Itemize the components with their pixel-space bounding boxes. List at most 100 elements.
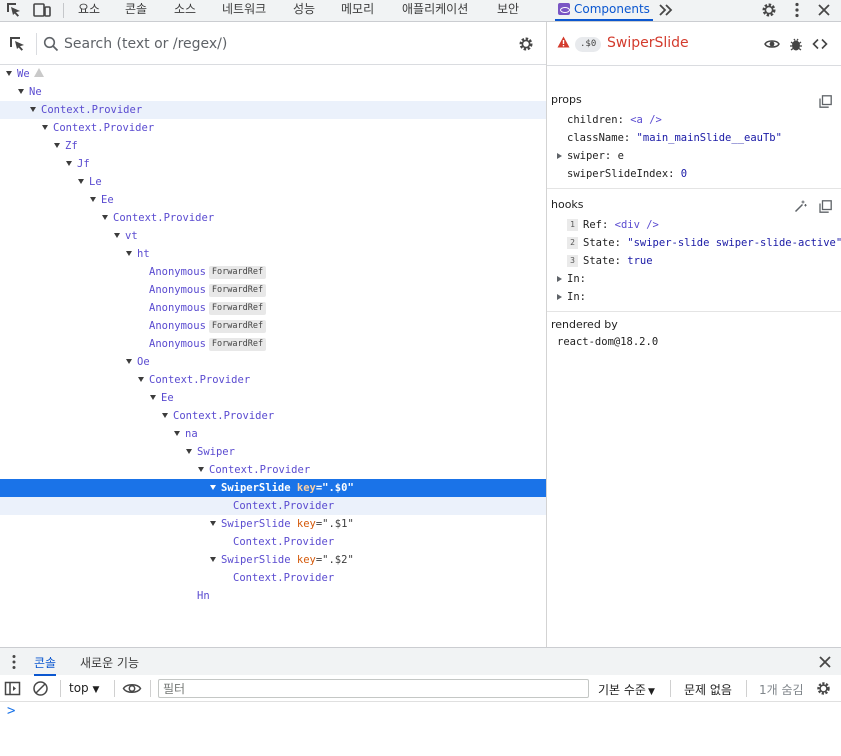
copy-icon[interactable] xyxy=(819,93,832,108)
tree-row-selected[interactable]: SwiperSlide key=".$0" xyxy=(0,479,546,497)
prop-row[interactable]: swiperSlideIndex: 0 xyxy=(567,165,687,183)
context-select[interactable]: top ▼ xyxy=(69,681,99,695)
expand-arrow-icon[interactable] xyxy=(126,359,132,364)
tab-console[interactable]: 콘솔 xyxy=(125,0,147,21)
tree-row[interactable]: Ee xyxy=(0,191,546,209)
tree-row[interactable]: Anonymous ForwardRef xyxy=(0,281,546,299)
close-icon[interactable] xyxy=(814,1,834,19)
hook-row[interactable]: In: xyxy=(557,288,586,306)
gear-icon[interactable] xyxy=(759,1,779,19)
tree-row[interactable]: We xyxy=(0,65,546,83)
log-level-select[interactable]: 기본 수준 ▼ xyxy=(598,681,655,698)
expand-arrow-icon[interactable] xyxy=(78,179,84,184)
clear-console-icon[interactable] xyxy=(32,680,49,697)
kebab-menu-icon[interactable] xyxy=(787,1,807,19)
tab-memory[interactable]: 메모리 xyxy=(341,0,374,21)
tree-row[interactable]: Anonymous ForwardRef xyxy=(0,263,546,281)
settings-gear-icon[interactable] xyxy=(516,35,536,53)
tree-row[interactable]: Context.Provider xyxy=(0,407,546,425)
tree-row[interactable]: Anonymous ForwardRef xyxy=(0,299,546,317)
expand-arrow-icon[interactable] xyxy=(30,107,36,112)
expand-arrow-icon[interactable] xyxy=(210,557,216,562)
hook-row[interactable]: In: xyxy=(557,270,586,288)
console-settings-gear-icon[interactable] xyxy=(815,680,832,697)
inspect-element-icon[interactable] xyxy=(4,1,24,19)
tree-row[interactable]: Context.Provider xyxy=(0,119,546,137)
select-element-icon[interactable] xyxy=(8,35,28,53)
hook-row[interactable]: 3 State: true xyxy=(567,252,653,270)
search-input[interactable] xyxy=(64,34,484,54)
tab-components[interactable]: Components xyxy=(555,0,653,21)
expand-arrow-icon[interactable] xyxy=(66,161,72,166)
tree-row[interactable]: Jf xyxy=(0,155,546,173)
expand-arrow-icon[interactable] xyxy=(18,89,24,94)
hook-value[interactable]: <div /> xyxy=(615,219,659,231)
expand-arrow-icon[interactable] xyxy=(6,71,12,76)
sidebar-toggle-icon[interactable] xyxy=(4,680,21,697)
tab-application[interactable]: 애플리케이션 xyxy=(402,0,468,21)
tree-row[interactable]: Swiper xyxy=(0,443,546,461)
tree-row[interactable]: Context.Provider xyxy=(0,533,546,551)
prop-row[interactable]: className: "main_mainSlide__eauTb" xyxy=(567,129,782,147)
prop-value[interactable]: <a /> xyxy=(630,114,662,126)
issues-status[interactable]: 문제 없음 xyxy=(684,681,732,698)
eye-icon[interactable] xyxy=(764,36,780,52)
expand-arrow-icon[interactable] xyxy=(198,467,204,472)
tab-network[interactable]: 네트워크 xyxy=(222,0,266,21)
drawer-menu-icon[interactable] xyxy=(4,653,24,671)
device-toolbar-icon[interactable] xyxy=(32,1,52,19)
expand-arrow-icon[interactable] xyxy=(210,521,216,526)
expand-arrow-icon[interactable] xyxy=(42,125,48,130)
expand-arrow-icon[interactable] xyxy=(54,143,60,148)
tab-elements[interactable]: 요소 xyxy=(78,0,100,21)
prop-row[interactable]: children: <a /> xyxy=(567,111,662,129)
console-prompt[interactable]: > xyxy=(7,703,15,719)
tree-row[interactable]: Context.Provider xyxy=(0,497,546,515)
tree-row[interactable]: Context.Provider xyxy=(0,371,546,389)
view-source-icon[interactable] xyxy=(812,36,828,52)
hook-value[interactable]: "swiper-slide swiper-slide-active" xyxy=(627,237,841,249)
expand-arrow-icon[interactable] xyxy=(557,276,562,282)
tree-row[interactable]: ht xyxy=(0,245,546,263)
copy-icon[interactable] xyxy=(819,198,832,213)
expand-arrow-icon[interactable] xyxy=(102,215,108,220)
expand-arrow-icon[interactable] xyxy=(174,431,180,436)
tree-row[interactable]: Anonymous ForwardRef xyxy=(0,317,546,335)
hook-value[interactable]: true xyxy=(627,255,652,267)
bug-icon[interactable] xyxy=(788,36,804,52)
tree-row[interactable]: Anonymous ForwardRef xyxy=(0,335,546,353)
tree-row[interactable]: Ne xyxy=(0,83,546,101)
tab-performance[interactable]: 성능 xyxy=(293,0,315,21)
tree-row[interactable]: Ee xyxy=(0,389,546,407)
close-drawer-icon[interactable] xyxy=(815,653,835,671)
tree-row[interactable]: Context.Provider xyxy=(0,101,546,119)
expand-arrow-icon[interactable] xyxy=(126,251,132,256)
hook-row[interactable]: 1 Ref: <div /> xyxy=(567,216,659,234)
prop-value[interactable]: "main_mainSlide__eauTb" xyxy=(637,132,782,144)
tree-row[interactable]: na xyxy=(0,425,546,443)
tree-row[interactable]: Context.Provider xyxy=(0,569,546,587)
tree-row[interactable]: Context.Provider xyxy=(0,461,546,479)
tree-row[interactable]: Le xyxy=(0,173,546,191)
eye-icon[interactable] xyxy=(122,680,142,697)
expand-arrow-icon[interactable] xyxy=(138,377,144,382)
tree-row[interactable]: vt xyxy=(0,227,546,245)
prop-value[interactable]: 0 xyxy=(681,168,687,180)
expand-arrow-icon[interactable] xyxy=(150,395,156,400)
filter-input[interactable] xyxy=(158,679,589,698)
tree-row[interactable]: SwiperSlide key=".$2" xyxy=(0,551,546,569)
drawer-tab-whats-new[interactable]: 새로운 기능 xyxy=(80,654,139,671)
tab-security[interactable]: 보안 xyxy=(497,0,519,21)
expand-arrow-icon[interactable] xyxy=(210,485,216,490)
magic-wand-icon[interactable] xyxy=(794,198,807,213)
expand-arrow-icon[interactable] xyxy=(557,153,562,159)
prop-row[interactable]: swiper: e xyxy=(557,147,624,165)
hook-row[interactable]: 2 State: "swiper-slide swiper-slide-activ… xyxy=(567,234,841,252)
chevron-double-right-icon[interactable] xyxy=(656,1,676,19)
expand-arrow-icon[interactable] xyxy=(162,413,168,418)
tree-row[interactable]: Oe xyxy=(0,353,546,371)
tree-row[interactable]: Zf xyxy=(0,137,546,155)
expand-arrow-icon[interactable] xyxy=(90,197,96,202)
prop-value[interactable]: e xyxy=(618,150,624,162)
drawer-tab-console[interactable]: 콘솔 xyxy=(34,654,57,676)
